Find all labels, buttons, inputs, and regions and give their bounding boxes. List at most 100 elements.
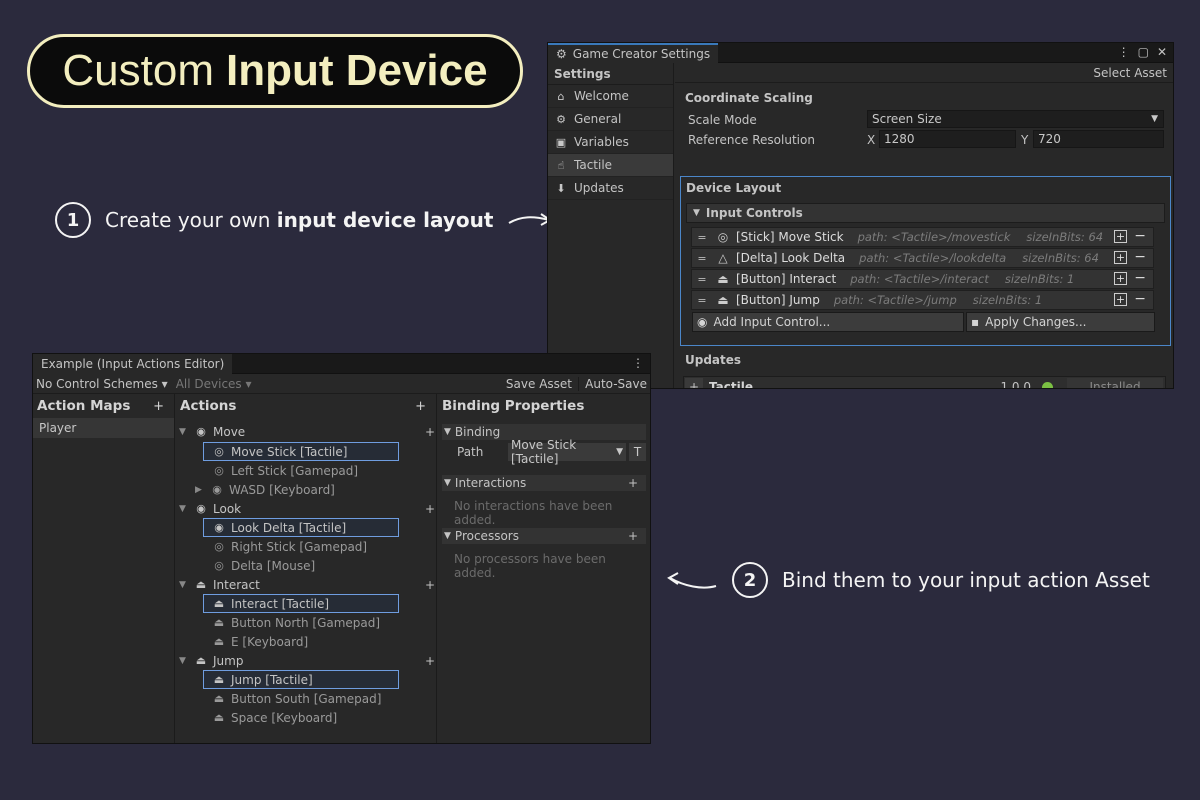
action-move[interactable]: ▼ ◉ Move + bbox=[179, 422, 435, 441]
expand-button[interactable]: + bbox=[685, 378, 703, 388]
duplicate-button[interactable]: + bbox=[1114, 293, 1127, 306]
window-controls: ⋮ bbox=[632, 356, 644, 370]
binding-jump-tactile[interactable]: ⏏ Jump [Tactile] bbox=[213, 670, 313, 689]
tab-label: Example (Input Actions Editor) bbox=[41, 357, 225, 371]
binding-move-tactile[interactable]: ◎ Move Stick [Tactile] bbox=[213, 442, 347, 461]
mouse-icon: ◎ bbox=[214, 559, 224, 572]
more-icon[interactable]: ⋮ bbox=[632, 356, 644, 370]
resolution-y-field[interactable]: 720 bbox=[1033, 130, 1164, 148]
tab-input-actions-editor[interactable]: Example (Input Actions Editor) bbox=[33, 354, 233, 374]
input-control-row[interactable]: = ◎ [Stick] Move Stick path: <Tactile>/m… bbox=[691, 227, 1154, 247]
drag-handle-icon[interactable]: = bbox=[692, 231, 712, 244]
stick-icon: ◎ bbox=[717, 230, 729, 244]
maximize-icon[interactable]: ▢ bbox=[1138, 45, 1149, 59]
settings-sidebar: Settings ⌂ Welcome ⚙ General ▣ Variables… bbox=[548, 63, 674, 388]
installed-button[interactable]: Installed bbox=[1067, 378, 1163, 388]
duplicate-button[interactable]: + bbox=[1114, 272, 1127, 285]
drag-handle-icon[interactable]: = bbox=[692, 294, 712, 307]
sidebar-item-updates[interactable]: ⬇ Updates bbox=[548, 177, 673, 200]
add-circle-icon: ◉ bbox=[697, 315, 708, 329]
callout-number: 2 bbox=[732, 562, 768, 598]
scale-mode-dropdown[interactable]: Screen Size ▼ bbox=[867, 110, 1164, 128]
action-jump[interactable]: ▼ ⏏ Jump + bbox=[179, 651, 435, 670]
button-icon: ⏏ bbox=[213, 673, 225, 686]
input-controls-foldout[interactable]: ▼ Input Controls bbox=[686, 203, 1165, 223]
remove-button[interactable]: − bbox=[1134, 291, 1146, 307]
add-input-control-button[interactable]: ◉ Add Input Control... bbox=[692, 312, 964, 332]
sidebar-item-variables[interactable]: ▣ Variables bbox=[548, 131, 673, 154]
input-controls-list: = ◎ [Stick] Move Stick path: <Tactile>/m… bbox=[691, 227, 1154, 311]
duplicate-button[interactable]: + bbox=[1114, 251, 1127, 264]
auto-save-toggle[interactable]: Auto-Save bbox=[585, 377, 647, 391]
interactions-empty-note: No interactions have been added. bbox=[454, 499, 613, 527]
remove-button[interactable]: − bbox=[1134, 249, 1146, 265]
add-action-map-button[interactable]: + bbox=[153, 399, 164, 414]
action-icon: ◉ bbox=[196, 502, 206, 515]
add-interaction-button[interactable]: + bbox=[628, 476, 638, 490]
y-label: Y bbox=[1021, 133, 1029, 147]
actions-column: Actions + ▼ ◉ Move + ◎ Move Stick [Tacti… bbox=[176, 394, 437, 743]
actions-heading: Actions + bbox=[180, 398, 426, 414]
devices-dropdown[interactable]: All Devices ▾ bbox=[176, 377, 252, 391]
resolution-x-field[interactable]: 1280 bbox=[879, 130, 1016, 148]
control-schemes-dropdown[interactable]: No Control Schemes ▾ bbox=[36, 377, 168, 391]
binding-move-keyboard[interactable]: ▶ ◉ WASD [Keyboard] bbox=[195, 480, 335, 499]
sidebar-item-welcome[interactable]: ⌂ Welcome bbox=[548, 85, 673, 108]
input-control-row[interactable]: = ⏏ [Button] Jump path: <Tactile>/jump s… bbox=[691, 290, 1154, 310]
remove-button[interactable]: − bbox=[1134, 228, 1146, 244]
settings-topbar: Select Asset bbox=[675, 63, 1173, 83]
download-icon: ⬇ bbox=[556, 181, 566, 195]
callout-number: 1 bbox=[55, 202, 91, 238]
tab-game-creator-settings[interactable]: ⚙ Game Creator Settings bbox=[548, 43, 719, 63]
close-icon[interactable]: ✕ bbox=[1157, 45, 1167, 59]
x-label: X bbox=[867, 133, 876, 147]
duplicate-button[interactable]: + bbox=[1114, 230, 1127, 243]
binding-look-tactile[interactable]: ◉ Look Delta [Tactile] bbox=[213, 518, 346, 537]
binding-look-gamepad[interactable]: ◎ Right Stick [Gamepad] bbox=[213, 537, 367, 556]
button-icon: ⏏ bbox=[213, 711, 225, 724]
interactions-foldout[interactable]: ▼ Interactions + bbox=[442, 475, 646, 491]
apply-changes-button[interactable]: ▪ Apply Changes... bbox=[966, 312, 1155, 332]
binding-interact-tactile[interactable]: ⏏ Interact [Tactile] bbox=[213, 594, 329, 613]
select-asset-button[interactable]: Select Asset bbox=[1093, 66, 1167, 80]
processors-empty-note: No processors have been added. bbox=[454, 552, 606, 580]
binding-jump-keyboard[interactable]: ⏏ Space [Keyboard] bbox=[213, 708, 337, 727]
foldout-triangle-icon: ▼ bbox=[693, 208, 700, 218]
input-control-row[interactable]: = ⏏ [Button] Interact path: <Tactile>/in… bbox=[691, 269, 1154, 289]
save-asset-button[interactable]: Save Asset bbox=[506, 376, 579, 391]
add-processor-button[interactable]: + bbox=[628, 529, 638, 543]
sidebar-title: Settings bbox=[548, 63, 673, 85]
add-binding-button[interactable]: + bbox=[425, 425, 435, 439]
add-binding-button[interactable]: + bbox=[425, 654, 435, 668]
more-icon[interactable]: ⋮ bbox=[1118, 45, 1130, 59]
device-layout-heading: Device Layout bbox=[686, 181, 782, 195]
foldout-triangle-icon: ▼ bbox=[179, 503, 186, 514]
input-actions-editor-window: Example (Input Actions Editor) ⋮ No Cont… bbox=[32, 353, 651, 744]
processors-foldout[interactable]: ▼ Processors + bbox=[442, 528, 646, 544]
sidebar-item-tactile[interactable]: ☝ Tactile bbox=[548, 154, 673, 177]
device-layout-panel: Device Layout ▼ Input Controls = ◎ [Stic… bbox=[680, 176, 1171, 346]
text-mode-button[interactable]: T bbox=[629, 443, 646, 461]
binding-look-mouse[interactable]: ◎ Delta [Mouse] bbox=[213, 556, 315, 575]
action-map-item-player[interactable]: Player bbox=[33, 418, 174, 438]
arrow-left-icon bbox=[667, 572, 717, 589]
action-interact[interactable]: ▼ ⏏ Interact + bbox=[179, 575, 435, 594]
scale-mode-label: Scale Mode bbox=[688, 113, 757, 127]
remove-button[interactable]: − bbox=[1134, 270, 1146, 286]
add-action-button[interactable]: + bbox=[415, 399, 426, 414]
foldout-triangle-icon: ▼ bbox=[444, 531, 451, 541]
drag-handle-icon[interactable]: = bbox=[692, 252, 712, 265]
binding-move-gamepad[interactable]: ◎ Left Stick [Gamepad] bbox=[213, 461, 358, 480]
callout-1: 1 Create your own input device layout bbox=[55, 202, 553, 238]
sidebar-item-general[interactable]: ⚙ General bbox=[548, 108, 673, 131]
binding-interact-gamepad[interactable]: ⏏ Button North [Gamepad] bbox=[213, 613, 380, 632]
path-dropdown[interactable]: Move Stick [Tactile] ▼ bbox=[508, 438, 626, 466]
drag-handle-icon[interactable]: = bbox=[692, 273, 712, 286]
page-title: Custom Input Device bbox=[27, 34, 523, 108]
binding-interact-keyboard[interactable]: ⏏ E [Keyboard] bbox=[213, 632, 308, 651]
input-control-row[interactable]: = △ [Delta] Look Delta path: <Tactile>/l… bbox=[691, 248, 1154, 268]
add-binding-button[interactable]: + bbox=[425, 578, 435, 592]
action-look[interactable]: ▼ ◉ Look + bbox=[179, 499, 435, 518]
binding-jump-gamepad[interactable]: ⏏ Button South [Gamepad] bbox=[213, 689, 382, 708]
add-binding-button[interactable]: + bbox=[425, 502, 435, 516]
